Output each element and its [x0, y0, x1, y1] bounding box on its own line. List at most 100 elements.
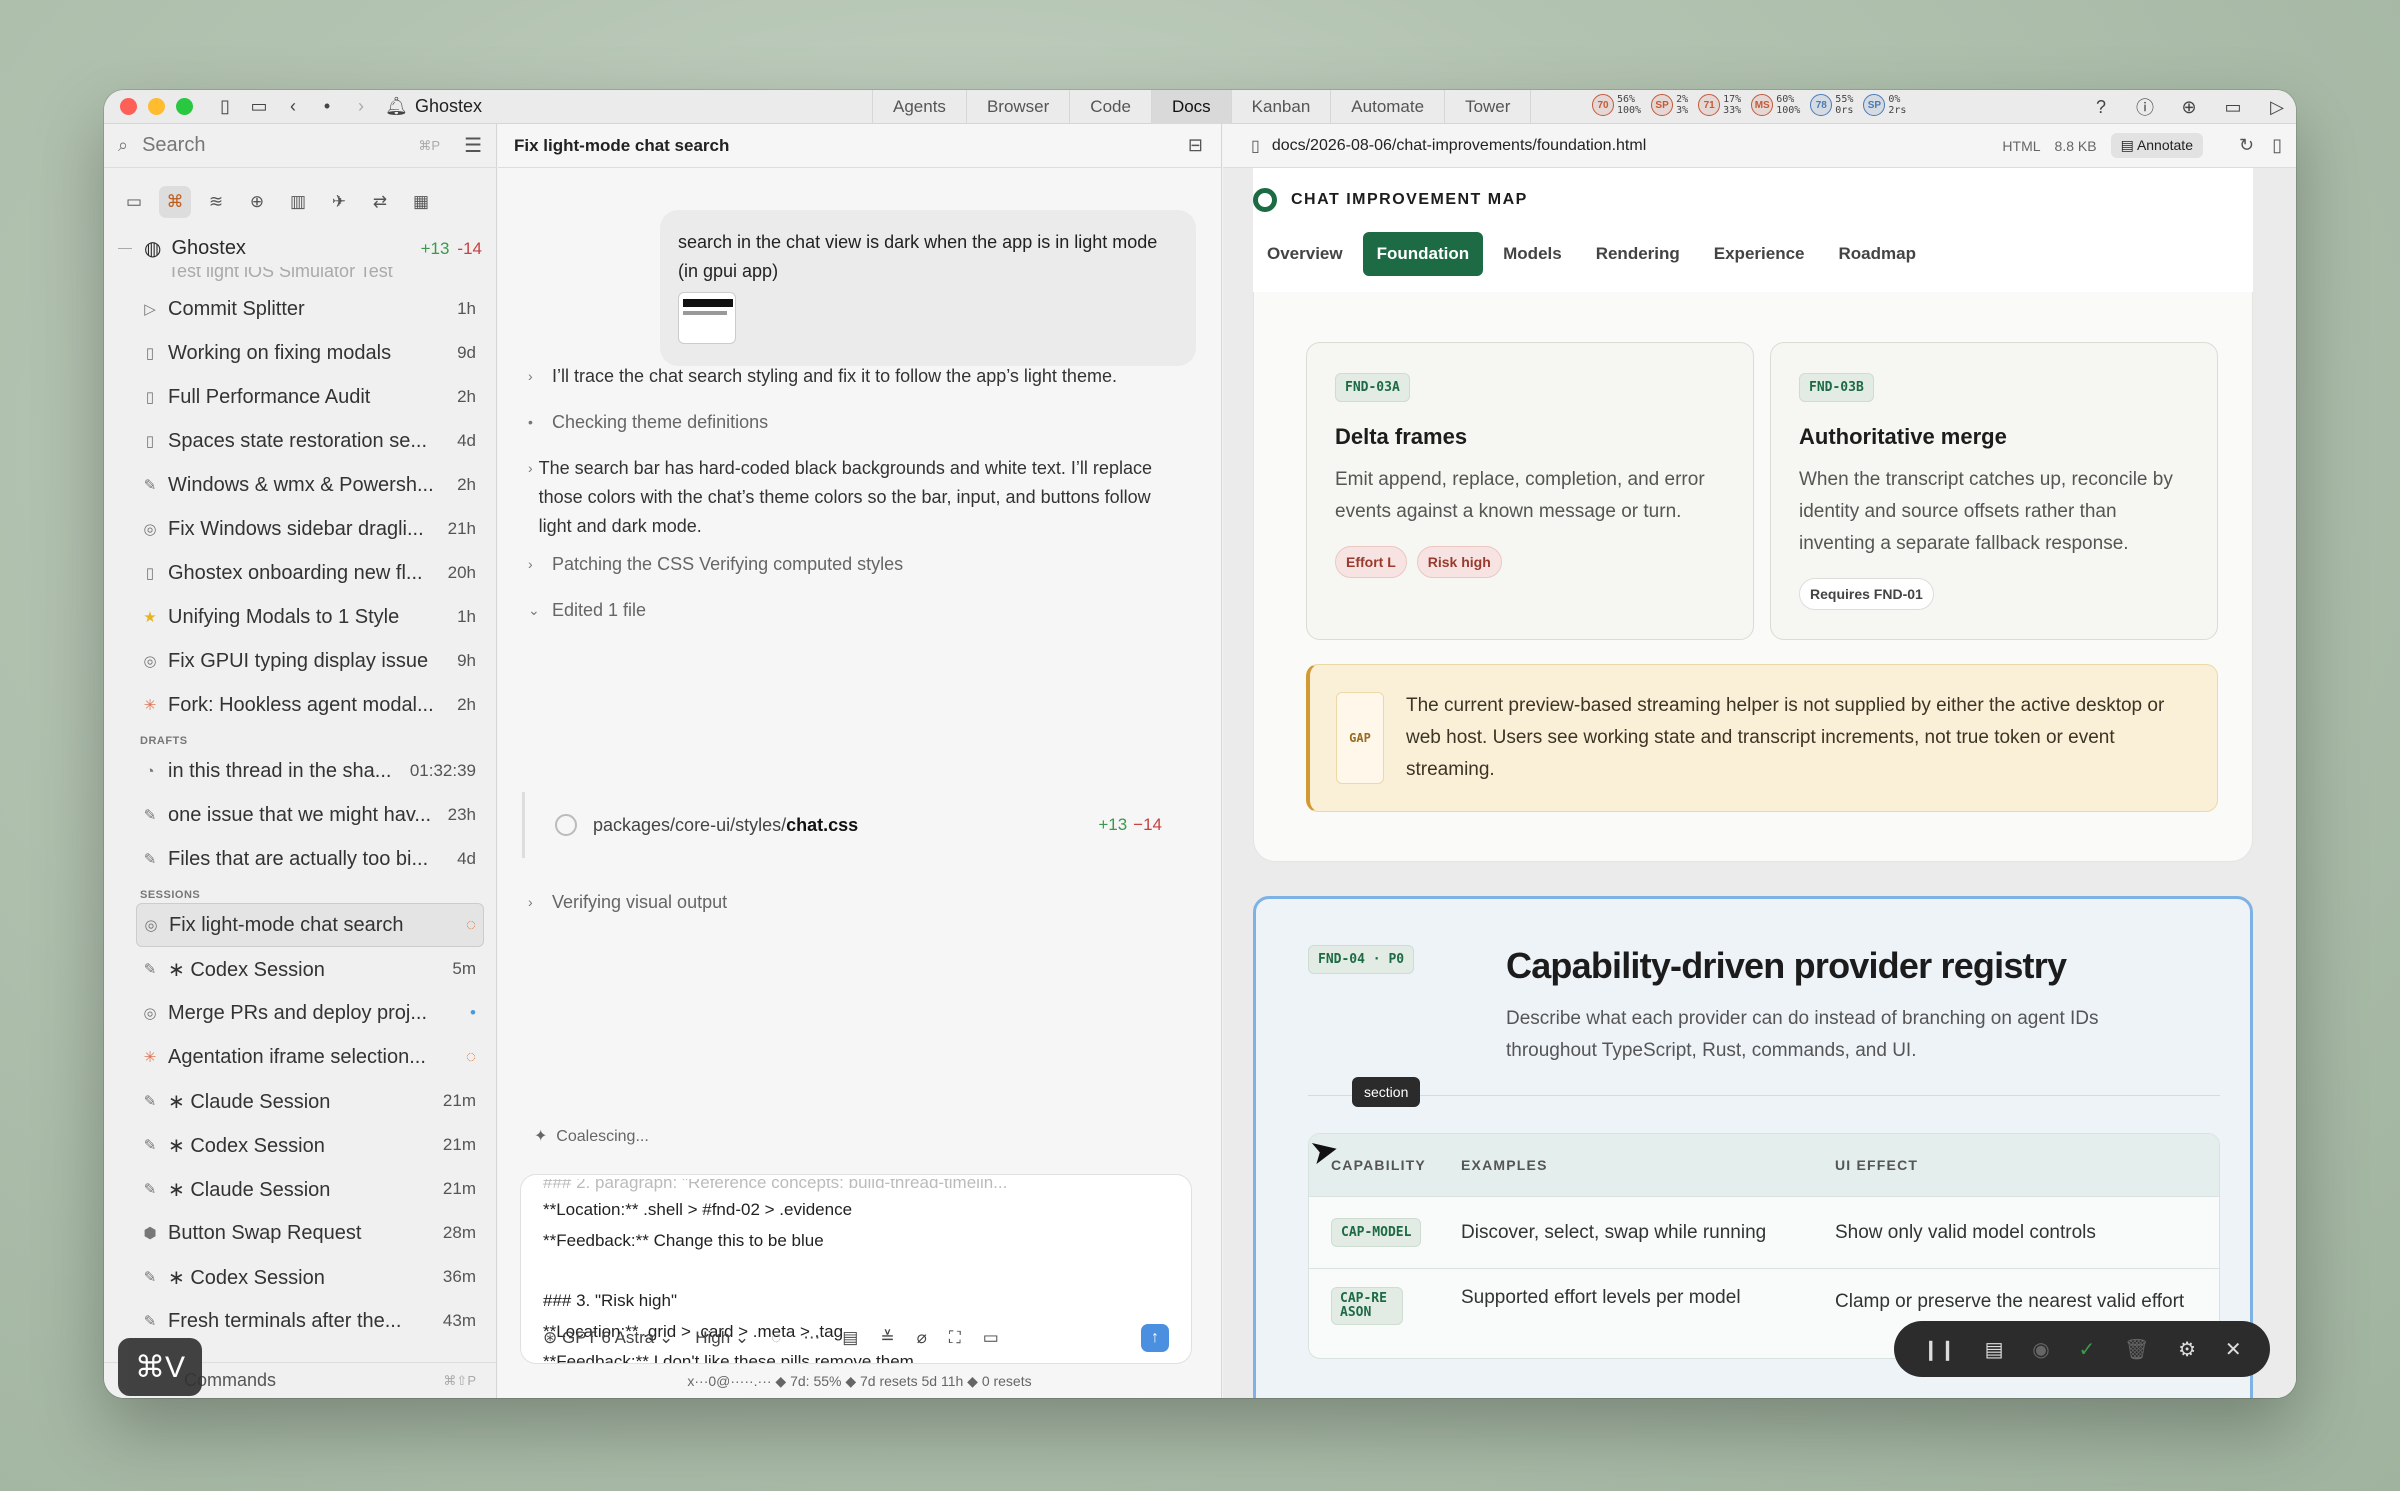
composer[interactable]: ### 2. paragraph: "Reference concepts: b…: [520, 1174, 1192, 1364]
list-item[interactable]: ✎ Windows & wmx & Powersh... 2h: [104, 463, 496, 507]
refresh-icon[interactable]: ↻: [2239, 135, 2254, 156]
help-icon[interactable]: ?: [2090, 97, 2112, 118]
list-item[interactable]: ✎ ∗ Codex Session 21m: [104, 1123, 496, 1167]
step-verifying[interactable]: › Verifying visual output: [528, 888, 727, 917]
layout-icon[interactable]: ▤: [1985, 1337, 2004, 1362]
usage-stat[interactable]: 70 56% 100%: [1592, 94, 1641, 116]
list-item[interactable]: ✎ ∗ Codex Session 36m: [104, 1255, 496, 1299]
sidebar-toggle-icon[interactable]: ▯: [215, 96, 235, 117]
tab-code[interactable]: Code: [1070, 90, 1152, 124]
list-item[interactable]: ◔ in this thread in the sha... 01:32:39: [104, 749, 496, 793]
effort-selector[interactable]: High ⌄: [695, 1328, 749, 1348]
doc-nav-roadmap[interactable]: Roadmap: [1825, 232, 1930, 276]
list-item[interactable]: ✎ ∗ Claude Session 21m: [104, 1079, 496, 1123]
send-button[interactable]: ↑: [1141, 1324, 1169, 1352]
annotate-button[interactable]: ▤ Annotate: [2110, 133, 2203, 158]
tab-agents[interactable]: Agents: [873, 90, 967, 124]
play-icon[interactable]: ▷: [2266, 97, 2288, 118]
grid-icon[interactable]: ▦: [405, 186, 437, 218]
list-item[interactable]: ◎ Fix Windows sidebar dragli... 21h: [104, 507, 496, 551]
branch-icon[interactable]: ⌘: [159, 186, 191, 218]
chevron-right-icon: ›: [528, 894, 533, 910]
git-icon[interactable]: ⇄: [364, 186, 396, 218]
commands-shortcut: ⌘⇧P: [443, 1372, 476, 1388]
list-item[interactable]: ▯ Ghostex onboarding new fl... 20h: [104, 551, 496, 595]
list-item[interactable]: ✎ Files that are actually too bi... 4d: [104, 837, 496, 881]
doc-nav-rendering[interactable]: Rendering: [1582, 232, 1694, 276]
list-item[interactable]: ▯ Working on fixing modals 9d: [104, 331, 496, 375]
usage-stat[interactable]: 78 55% 0rs: [1810, 94, 1853, 116]
list-item[interactable]: ✎ one issue that we might hav... 23h: [104, 793, 496, 837]
screenshot-thumbnail[interactable]: [678, 292, 736, 344]
stack-icon[interactable]: ≚: [880, 1328, 894, 1348]
chat-bubble-icon[interactable]: ▭: [249, 96, 269, 117]
dot-icon[interactable]: •: [317, 96, 337, 117]
list-item[interactable]: ✳ Agentation iframe selection... ◌: [104, 1035, 496, 1079]
split-view-icon[interactable]: ⊟: [1188, 135, 1203, 156]
close-icon[interactable]: ✕: [2225, 1337, 2242, 1362]
tab-kanban[interactable]: Kanban: [1232, 90, 1332, 124]
maximize-window-button[interactable]: [176, 98, 193, 115]
terminal-icon[interactable]: ▭: [983, 1328, 999, 1348]
workspace-removed: -14: [457, 238, 482, 258]
globe-icon[interactable]: ⊕: [2178, 97, 2200, 118]
close-window-button[interactable]: [120, 98, 137, 115]
model-selector[interactable]: ⊛ GPT 6 Astra ⌄: [543, 1328, 673, 1348]
chart-icon[interactable]: ▥: [282, 186, 314, 218]
doc-nav-overview[interactable]: Overview: [1253, 232, 1357, 276]
workspace-row[interactable]: ◍ Ghostex +13 -14: [104, 230, 496, 267]
tab-docs[interactable]: Docs: [1151, 90, 1232, 124]
list-item[interactable]: ✎ ∗ Codex Session 5m: [104, 947, 496, 991]
list-item[interactable]: ✎ ∗ Claude Session 21m: [104, 1167, 496, 1211]
list-item[interactable]: ★ Unifying Modals to 1 Style 1h: [104, 595, 496, 639]
item-icon: ◔: [145, 762, 155, 780]
usage-stat[interactable]: SP 0% 2rs: [1863, 94, 1906, 116]
attach-icon[interactable]: ⌀: [917, 1328, 927, 1348]
step-edited[interactable]: ⌄ Edited 1 file: [528, 596, 646, 625]
usage-stat[interactable]: 71 17% 33%: [1698, 94, 1741, 116]
usage-stat[interactable]: MS 60% 100%: [1751, 94, 1800, 116]
usage-stat[interactable]: SP 2% 3%: [1651, 94, 1688, 116]
search-input[interactable]: Search: [142, 134, 418, 157]
tab-browser[interactable]: Browser: [967, 90, 1071, 124]
chip-icon[interactable]: ⊕: [241, 186, 273, 218]
tab-tower[interactable]: Tower: [1445, 90, 1532, 124]
list-item[interactable]: ▷ Commit Splitter 1h: [104, 287, 496, 331]
expand-icon[interactable]: ⛶: [949, 1328, 961, 1348]
list-item[interactable]: ◎ Fix GPUI typing display issue 9h: [104, 639, 496, 683]
edited-file[interactable]: packages/core-ui/styles/chat.css +13 −14: [522, 792, 1182, 858]
doc-nav-models[interactable]: Models: [1489, 232, 1576, 276]
laptop-icon[interactable]: ▭: [118, 186, 150, 218]
bell-icon[interactable]: 🔔︎: [385, 96, 408, 117]
step-explanation[interactable]: › The search bar has hard-coded black bac…: [528, 454, 1158, 541]
panel-icon[interactable]: ▯: [2272, 135, 2282, 156]
eye-icon[interactable]: ◉: [2032, 1337, 2049, 1362]
pause-icon[interactable]: ❙❙: [1922, 1337, 1956, 1362]
sidebar-search[interactable]: ⌕ Search ⌘P ☰: [104, 124, 496, 168]
list-item[interactable]: ◎ Merge PRs and deploy proj... •: [104, 991, 496, 1035]
monitor-icon[interactable]: ▭: [2222, 97, 2244, 118]
trash-icon[interactable]: 🗑︎: [2124, 1337, 2149, 1362]
minimize-window-button[interactable]: [148, 98, 165, 115]
step-trace[interactable]: › I’ll trace the chat search styling and …: [528, 362, 1158, 391]
back-arrow-icon[interactable]: ‹: [283, 96, 303, 117]
rocket-icon[interactable]: ✈: [323, 186, 355, 218]
tab-automate[interactable]: Automate: [1331, 90, 1446, 124]
check-icon[interactable]: ✓: [2079, 1337, 2096, 1362]
doc-nav-foundation[interactable]: Foundation: [1362, 232, 1484, 276]
layers-icon[interactable]: ≋: [200, 186, 232, 218]
list-item[interactable]: ✳ Fork: Hookless agent modal... 2h: [104, 683, 496, 727]
list-item[interactable]: ⬢ Button Swap Request 28m: [104, 1211, 496, 1255]
step-patching[interactable]: › Patching the CSS Verifying computed sty…: [528, 550, 903, 579]
info-icon[interactable]: ⓘ: [2134, 94, 2156, 120]
list-item[interactable]: ▯ Full Performance Audit 2h: [104, 375, 496, 419]
more-icon[interactable]: ⋯: [803, 1328, 820, 1348]
menu-icon[interactable]: ☰: [464, 133, 482, 158]
list-item[interactable]: ▯ Spaces state restoration se... 4d: [104, 419, 496, 463]
list-item[interactable]: ◎ Fix light-mode chat search ◌: [136, 903, 484, 947]
list-item[interactable]: ✎ Fresh terminals after the... 43m: [104, 1299, 496, 1343]
gear-icon[interactable]: ⚙: [2178, 1337, 2196, 1362]
note-icon[interactable]: ▤: [842, 1328, 858, 1348]
doc-nav-experience[interactable]: Experience: [1700, 232, 1819, 276]
forward-arrow-icon[interactable]: ›: [351, 96, 371, 117]
